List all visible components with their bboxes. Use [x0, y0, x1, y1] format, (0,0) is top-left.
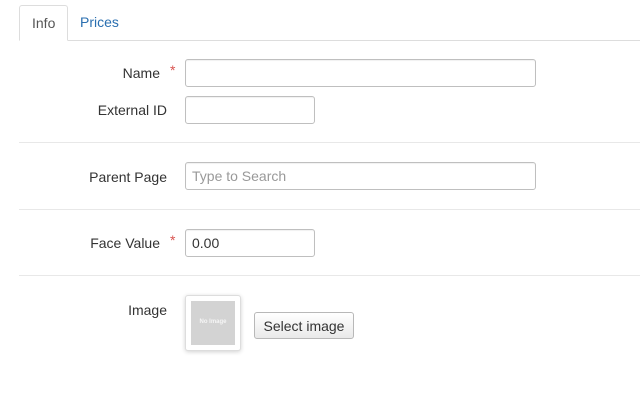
section-divider: [19, 275, 640, 276]
select-image-button[interactable]: Select image: [254, 312, 354, 339]
tab-bar: Info Prices: [19, 5, 640, 41]
image-thumbnail[interactable]: No Image: [185, 295, 241, 351]
face-value-label: Face Value: [90, 235, 160, 251]
name-input[interactable]: [185, 59, 536, 87]
tab-info[interactable]: Info: [19, 5, 69, 41]
face-value-input[interactable]: [185, 229, 315, 257]
no-image-placeholder: No Image: [191, 301, 235, 345]
face-value-required-mark: *: [170, 232, 176, 248]
section-divider: [19, 209, 640, 210]
name-required-mark: *: [170, 62, 176, 78]
parent-page-label: Parent Page: [89, 169, 167, 185]
name-label: Name: [122, 65, 160, 81]
section-divider: [19, 142, 640, 143]
external-id-input[interactable]: [185, 96, 315, 124]
parent-page-search-input[interactable]: [185, 162, 536, 190]
external-id-label: External ID: [97, 102, 167, 118]
no-image-text: No Image: [199, 319, 227, 325]
tab-prices[interactable]: Prices: [68, 5, 131, 40]
image-label: Image: [128, 302, 167, 318]
